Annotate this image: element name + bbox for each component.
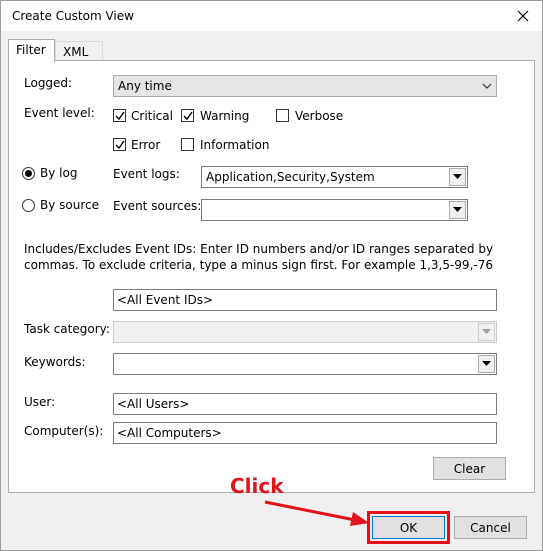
close-button[interactable] [512,5,534,27]
event-logs-dropdown[interactable]: Application,Security,System [201,166,468,188]
warning-label: Warning [200,109,250,123]
chevron-down-icon [482,83,492,89]
filter-panel: Logged: Any time Event level: Critical W… [8,60,535,493]
event-logs-label: Event logs: [113,167,180,181]
event-logs-dropdown-button[interactable] [449,168,466,186]
warning-checkbox[interactable] [181,109,194,122]
dropdown-arrow-icon [453,174,462,179]
title-bar: Create Custom View [1,1,542,31]
keywords-dropdown-button[interactable] [478,355,495,373]
checkmark-icon [115,111,125,121]
window-title: Create Custom View [12,9,134,23]
verbose-label: Verbose [295,109,344,123]
dropdown-arrow-icon [482,361,491,366]
cancel-button[interactable]: Cancel [454,516,527,539]
click-annotation-text: Click [230,474,284,498]
event-sources-label: Event sources: [113,199,202,213]
tab-xml[interactable]: XML [55,41,103,61]
error-label: Error [131,138,161,152]
event-ids-description: Includes/Excludes Event IDs: Enter ID nu… [24,242,494,272]
by-source-radio[interactable] [22,199,35,212]
by-log-radio[interactable] [22,167,35,180]
tab-xml-label: XML [63,45,89,59]
event-sources-dropdown-button[interactable] [449,201,466,219]
logged-dropdown[interactable]: Any time [113,75,497,97]
keywords-dropdown[interactable] [113,353,497,375]
critical-label: Critical [131,109,173,123]
user-input[interactable]: <All Users> [113,393,497,415]
ok-highlight-box [367,511,450,544]
computer-label: Computer(s): [24,424,104,438]
verbose-checkbox[interactable] [276,109,289,122]
tab-filter-label: Filter [16,43,46,57]
information-checkbox[interactable] [181,138,194,151]
logged-label: Logged: [24,76,73,90]
error-checkbox[interactable] [113,138,126,151]
tab-filter[interactable]: Filter [8,39,55,62]
checkmark-icon [183,111,193,121]
critical-checkbox[interactable] [113,109,126,122]
information-label: Information [200,138,270,152]
dropdown-arrow-icon [482,329,491,334]
clear-button[interactable]: Clear [433,457,506,480]
annotation-arrow-icon [264,500,369,526]
event-sources-dropdown[interactable] [201,199,468,221]
user-label: User: [24,395,56,409]
event-logs-value: Application,Security,System [206,170,375,184]
keywords-label: Keywords: [24,355,86,369]
by-log-label: By log [40,166,78,180]
task-category-label: Task category: [24,322,110,336]
by-source-label: By source [40,198,99,212]
event-ids-input[interactable]: <All Event IDs> [113,289,497,311]
task-category-dropdown-button[interactable] [478,323,495,341]
event-level-label: Event level: [24,106,95,120]
create-custom-view-dialog: Create Custom View Filter XML Logged: An… [0,0,543,551]
logged-value: Any time [118,79,172,93]
task-category-dropdown[interactable] [113,321,497,343]
checkmark-icon [115,140,125,150]
close-icon [517,10,529,22]
computer-input[interactable]: <All Computers> [113,422,497,444]
dropdown-arrow-icon [453,207,462,212]
